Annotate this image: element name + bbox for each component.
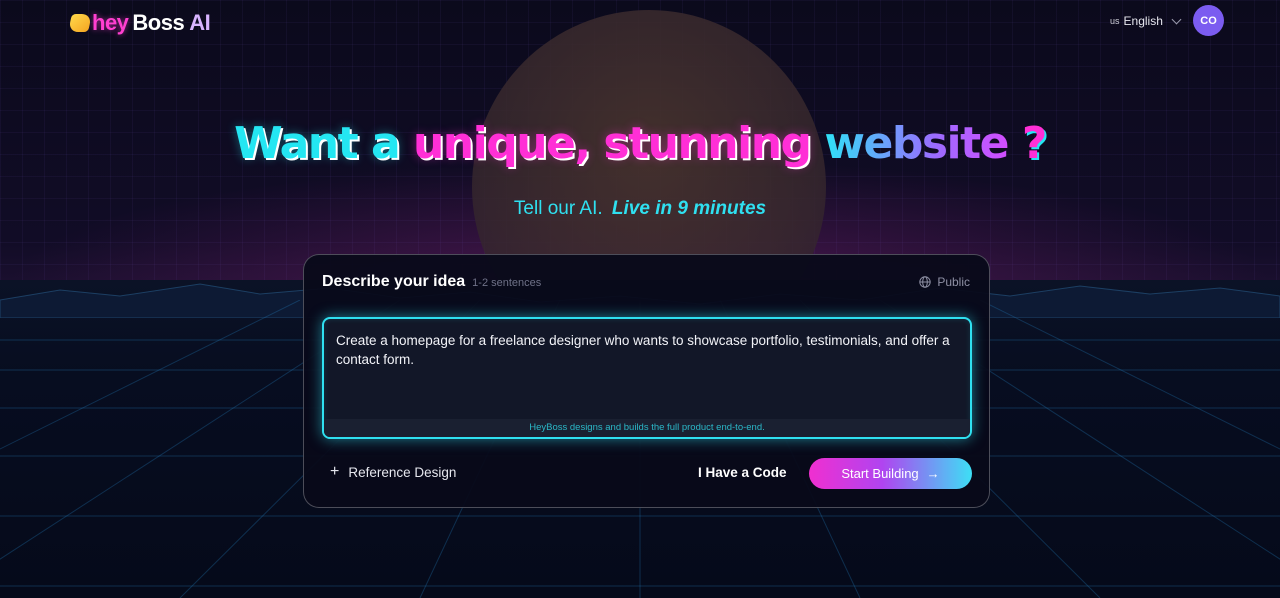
hero-subtitle-emphasis: Live in 9 minutes: [611, 198, 767, 219]
idea-card: Describe your idea 1-2 sentences Public …: [303, 254, 990, 508]
hero-title-part5: ?: [1021, 118, 1048, 169]
logo-mark-icon: [68, 14, 92, 32]
flag-us-icon: us: [1110, 16, 1120, 26]
language-label: English: [1123, 14, 1163, 28]
globe-icon: [919, 276, 932, 288]
language-selector[interactable]: us English: [1110, 12, 1182, 30]
hero-title-part3: stunning: [603, 118, 812, 169]
hero-subtitle-plain: Tell our AI.: [513, 198, 603, 219]
hero-title-part2: unique,: [412, 118, 591, 169]
arrow-right-icon: →: [926, 466, 940, 481]
hero-title-part1: Want a: [234, 118, 401, 169]
visibility-toggle[interactable]: Public: [919, 275, 970, 289]
start-building-button[interactable]: Start Building →: [809, 458, 972, 489]
visibility-label: Public: [937, 275, 970, 289]
avatar[interactable]: CO: [1193, 5, 1224, 36]
logo-hey-text: hey: [92, 10, 129, 35]
prompt-textarea[interactable]: Create a homepage for a freelance design…: [322, 317, 972, 439]
chevron-down-icon: [1171, 14, 1182, 24]
hero-subtitle: Tell our AI. Live in 9 minutes: [0, 198, 1280, 220]
card-header: Describe your idea 1-2 sentences: [322, 273, 541, 291]
logo-ai-text: AI: [189, 10, 211, 35]
hero-title-part4: website: [824, 118, 1009, 169]
reference-design-label: Reference Design: [348, 464, 457, 480]
card-hint: 1-2 sentences: [472, 277, 542, 289]
card-title: Describe your idea: [322, 273, 466, 290]
logo-boss-text: Boss: [132, 10, 185, 35]
start-building-label: Start Building: [841, 466, 919, 481]
hero-title: Want a unique, stunning website ?: [0, 118, 1280, 169]
have-code-button[interactable]: I Have a Code: [698, 465, 787, 480]
reference-design-button[interactable]: + Reference Design: [330, 464, 456, 480]
brand-logo[interactable]: hey Boss AI: [68, 8, 211, 38]
prompt-footer-note: HeyBoss designs and builds the full prod…: [324, 419, 970, 437]
prompt-text[interactable]: Create a homepage for a freelance design…: [336, 331, 962, 369]
plus-icon: +: [330, 463, 340, 480]
